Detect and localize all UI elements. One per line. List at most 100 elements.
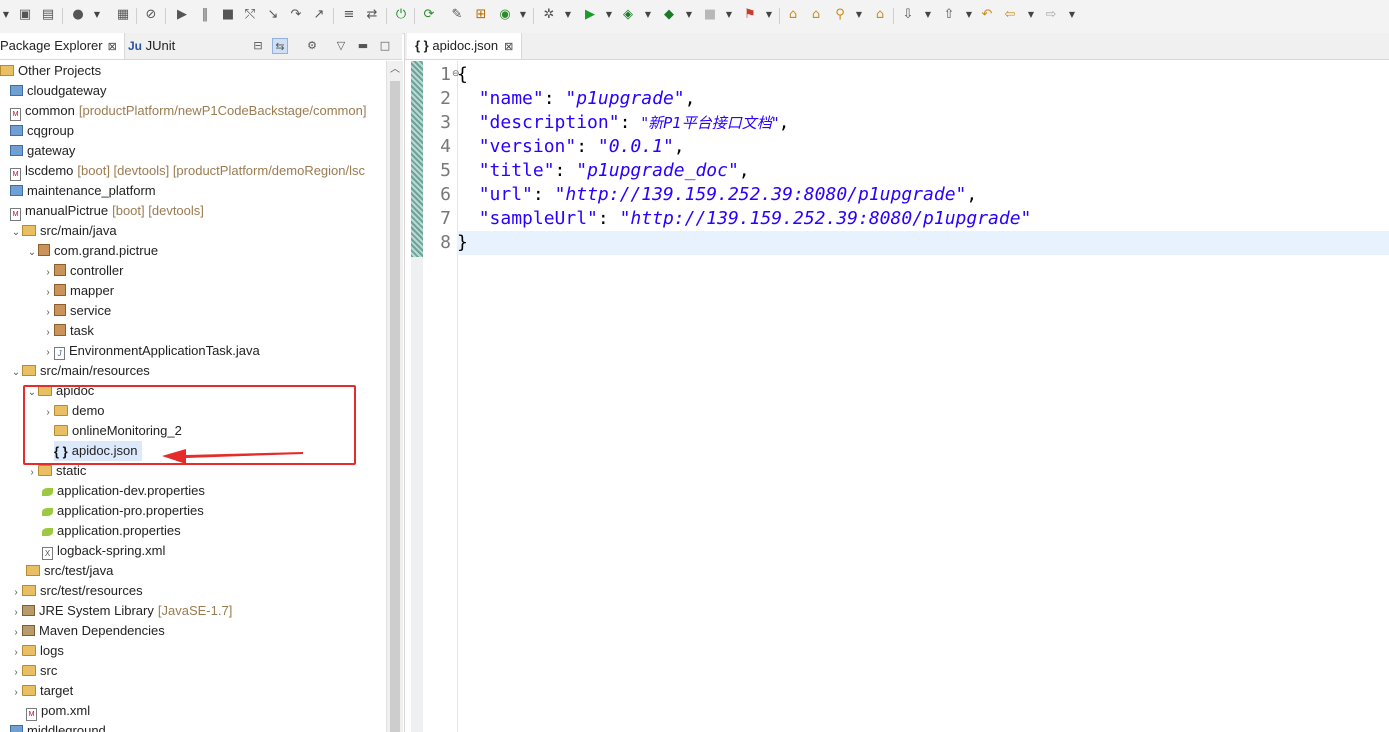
tree-item-application-pro-properties[interactable]: application-pro.properties xyxy=(42,501,204,521)
chevron-right-icon[interactable]: › xyxy=(10,643,22,663)
tree-item-src-test-java[interactable]: src/test/java xyxy=(26,561,113,581)
chevron-right-icon[interactable]: › xyxy=(10,683,22,703)
save-all-icon[interactable]: ▤ xyxy=(40,7,56,23)
dropdown-arrow-icon[interactable]: ▼ xyxy=(644,7,652,23)
refresh-icon[interactable]: ⟳ xyxy=(421,7,437,23)
dropdown-arrow-icon[interactable]: ▼ xyxy=(1068,7,1076,23)
tree-item-src[interactable]: › src xyxy=(10,661,57,681)
tree-item-maintenance-platform[interactable]: maintenance_platform xyxy=(10,181,156,201)
open-task-icon[interactable]: ⌂ xyxy=(872,7,888,23)
tree-item-pom-xml[interactable]: Mpom.xml xyxy=(26,701,90,721)
new-class-icon[interactable]: ◉ xyxy=(497,7,513,23)
previous-annotation-icon[interactable]: ⇧ xyxy=(941,7,957,23)
chevron-right-icon[interactable]: › xyxy=(42,343,54,363)
dropdown-arrow-icon[interactable]: ▼ xyxy=(924,7,932,23)
tree-item-src-test-resources[interactable]: › src/test/resources xyxy=(10,581,142,603)
disconnect-icon[interactable]: ⤲ xyxy=(242,7,258,23)
tree-item-common[interactable]: Mcommon [productPlatform/newP1CodeBacksta… xyxy=(10,101,366,121)
step-into-icon[interactable]: ↘ xyxy=(265,7,281,23)
stop-icon[interactable]: ■ xyxy=(702,7,718,23)
next-annotation-icon[interactable]: ⇩ xyxy=(900,7,916,23)
terminal-icon[interactable]: ▦ xyxy=(115,7,131,23)
tree-item-target[interactable]: › target xyxy=(10,681,73,701)
tree-item-com-grand-pictrue[interactable]: ⌄ com.grand.pictrue xyxy=(26,241,158,261)
debug-icon[interactable]: ✲ xyxy=(541,7,557,23)
tree-item-logs[interactable]: › logs xyxy=(10,641,64,661)
close-icon[interactable]: ⊠ xyxy=(504,41,513,53)
tree-item-service[interactable]: › service xyxy=(42,301,111,321)
run-icon[interactable]: ▶ xyxy=(582,7,598,23)
chevron-right-icon[interactable]: › xyxy=(26,463,38,483)
dropdown-arrow-icon[interactable]: ▼ xyxy=(765,7,773,23)
flag-icon[interactable]: ⚑ xyxy=(742,7,758,23)
tab-package-explorer[interactable]: Package Explorer ⊠ xyxy=(0,33,125,59)
dropdown-arrow-icon[interactable]: ▼ xyxy=(685,7,693,23)
dropdown-arrow-icon[interactable]: ▼ xyxy=(605,7,613,23)
tree-item-environment-application-task[interactable]: › J EnvironmentApplicationTask.java xyxy=(42,341,260,361)
tree-item-manualpictrue[interactable]: MmanualPictrue [boot] [devtools] xyxy=(10,201,204,221)
dropdown-arrow-icon[interactable]: ▼ xyxy=(93,7,101,23)
tree-item-cloudgateway[interactable]: cloudgateway xyxy=(10,81,107,101)
tree-item-src-main-resources[interactable]: ⌄ src/main/resources xyxy=(10,361,150,381)
search-icon[interactable]: ⚲ xyxy=(832,7,848,23)
dropdown-arrow-icon[interactable]: ▼ xyxy=(725,7,733,23)
chevron-right-icon[interactable]: › xyxy=(10,583,22,603)
tree-item-controller[interactable]: › controller xyxy=(42,261,123,281)
link-with-editor-icon[interactable]: ⇆ xyxy=(272,38,288,54)
tree-item-mapper[interactable]: › mapper xyxy=(42,281,114,301)
tab-junit[interactable]: Ju JUnit xyxy=(128,33,175,59)
chevron-right-icon[interactable]: › xyxy=(42,323,54,343)
open-type-icon[interactable]: ⌂ xyxy=(785,7,801,23)
new-wizard-icon[interactable]: ✎ xyxy=(449,7,465,23)
forward-icon[interactable]: ⇨ xyxy=(1043,7,1059,23)
dropdown-arrow-icon[interactable]: ▼ xyxy=(519,7,527,23)
chevron-right-icon[interactable]: › xyxy=(10,663,22,683)
last-edit-icon[interactable]: ↶ xyxy=(979,7,995,23)
external-tools-icon[interactable]: ◆ xyxy=(661,7,677,23)
dropdown-arrow-icon[interactable]: ▼ xyxy=(564,7,572,23)
close-icon[interactable]: ⊠ xyxy=(108,41,117,53)
save-icon[interactable]: ▣ xyxy=(17,7,33,23)
chevron-right-icon[interactable]: › xyxy=(42,303,54,323)
tree-item-cqgroup[interactable]: cqgroup xyxy=(10,121,74,141)
tree-item-lscdemo[interactable]: Mlscdemo [boot] [devtools] [productPlatfo… xyxy=(10,161,365,181)
resume-icon[interactable]: ▶ xyxy=(174,7,190,23)
suspend-icon[interactable]: ‖ xyxy=(197,7,213,23)
spring-boot-icon[interactable]: ⏻ xyxy=(393,7,409,23)
collapse-all-icon[interactable]: ⊟ xyxy=(250,38,266,54)
coverage-icon[interactable]: ◈ xyxy=(620,7,636,23)
tree-item-other-projects[interactable]: Other Projects xyxy=(0,61,101,81)
chevron-right-icon[interactable]: › xyxy=(42,263,54,283)
chevron-right-icon[interactable]: › xyxy=(42,283,54,303)
chevron-right-icon[interactable]: › xyxy=(10,603,22,623)
tree-item-gateway[interactable]: gateway xyxy=(10,141,75,161)
chevron-up-icon[interactable]: ︿ xyxy=(387,63,403,77)
code-editor[interactable]: { "name": "p1upgrade", "description": "新… xyxy=(457,61,1389,732)
focus-icon[interactable]: ⚙ xyxy=(304,38,320,54)
tree-item-logback-spring-xml[interactable]: Xlogback-spring.xml xyxy=(42,541,165,561)
chevron-right-icon[interactable]: › xyxy=(10,623,22,643)
tree-item-src-main-java[interactable]: ⌄ src/main/java xyxy=(10,221,117,241)
dropdown-arrow-icon[interactable]: ▼ xyxy=(855,7,863,23)
tree-item-middleground[interactable]: middleground xyxy=(10,721,106,732)
scrollbar-thumb[interactable] xyxy=(390,81,400,732)
tree-item-task[interactable]: › task xyxy=(42,321,94,341)
new-package-icon[interactable]: ⊞ xyxy=(473,7,489,23)
editor-tab-apidoc-json[interactable]: { } apidoc.json ⊠ xyxy=(407,33,523,59)
terminate-icon[interactable]: ■ xyxy=(220,7,236,23)
tree-item-jre-system-library[interactable]: › JRE System Library [JavaSE-1.7] xyxy=(10,601,232,621)
open-folder-icon[interactable]: ⌂ xyxy=(808,7,824,23)
account-icon[interactable]: ● xyxy=(70,7,86,23)
minimize-icon[interactable]: ▬ xyxy=(355,38,371,54)
chevron-down-icon[interactable]: ⌄ xyxy=(10,363,22,383)
chevron-down-icon[interactable]: ⌄ xyxy=(10,223,22,243)
dropdown-arrow-icon[interactable]: ▼ xyxy=(2,7,10,23)
dropdown-arrow-icon[interactable]: ▼ xyxy=(1027,7,1035,23)
back-icon[interactable]: ⇦ xyxy=(1002,7,1018,23)
tree-item-maven-dependencies[interactable]: › Maven Dependencies xyxy=(10,621,164,643)
view-menu-icon[interactable]: ▽ xyxy=(333,38,349,54)
use-step-filters-icon[interactable]: ⇄ xyxy=(364,7,380,23)
tree-item-application-dev-properties[interactable]: application-dev.properties xyxy=(42,481,205,501)
maximize-icon[interactable]: □ xyxy=(377,38,393,54)
step-over-icon[interactable]: ↷ xyxy=(288,7,304,23)
